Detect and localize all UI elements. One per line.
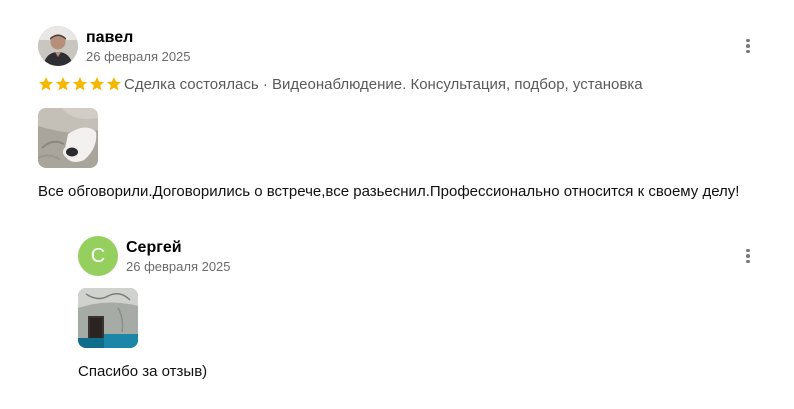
reply-date: 26 февраля 2025 xyxy=(126,259,231,274)
user-photo-icon xyxy=(38,26,78,66)
reply-author-name[interactable]: Сергей xyxy=(126,238,182,258)
avatar[interactable] xyxy=(38,26,78,66)
dot-icon xyxy=(746,49,750,54)
star-icon xyxy=(107,77,121,91)
more-options-button[interactable] xyxy=(740,35,756,57)
reply-more-options-button[interactable] xyxy=(740,245,756,267)
star-icon xyxy=(90,77,104,91)
reply-text: Спасибо за отзыв) xyxy=(78,363,208,380)
dot-icon xyxy=(746,248,750,253)
deal-meta: Сделка состоялась · Видеонаблюдение. Кон… xyxy=(124,76,643,93)
dot-icon xyxy=(746,44,750,48)
reply-photo-thumbnail[interactable] xyxy=(78,288,138,348)
review-text: Все обговорили.Договорились о встрече,вс… xyxy=(38,183,740,200)
dot-icon xyxy=(746,38,750,43)
author-name[interactable]: павел xyxy=(86,28,133,48)
review-card: павел 26 февраля 2025 Сделка состоялась … xyxy=(0,0,794,409)
review-photo-thumbnail[interactable] xyxy=(38,108,98,168)
star-icon xyxy=(73,77,87,91)
star-icon xyxy=(56,77,70,91)
doorway-photo-icon xyxy=(78,288,138,348)
camera-photo-icon xyxy=(38,108,98,168)
star-icon xyxy=(39,77,53,91)
reply-avatar[interactable]: С xyxy=(78,236,118,276)
dot-icon xyxy=(746,254,750,258)
review-date: 26 февраля 2025 xyxy=(86,49,191,64)
dot-icon xyxy=(746,259,750,264)
star-rating xyxy=(38,76,122,92)
